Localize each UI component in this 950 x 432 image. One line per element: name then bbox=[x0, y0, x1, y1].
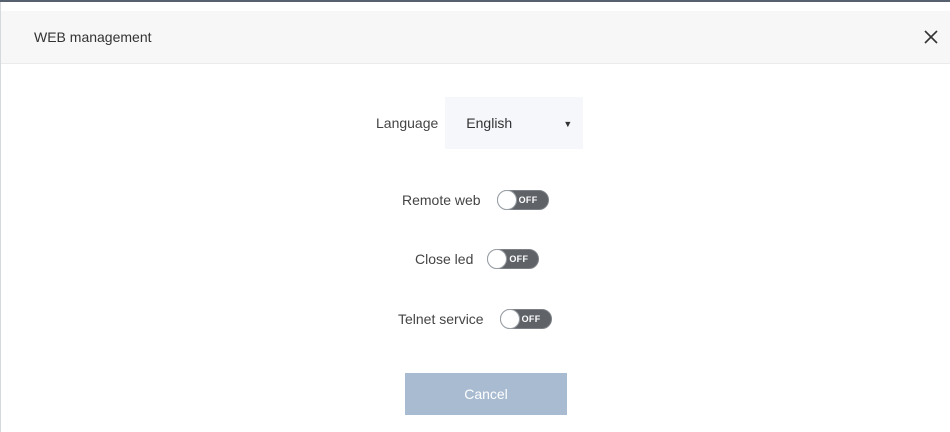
language-select[interactable]: English ▼ bbox=[445, 97, 584, 149]
toggle-state-text: OFF bbox=[518, 195, 538, 205]
language-label: Language bbox=[376, 115, 439, 131]
telnet-service-row: Telnet service OFF bbox=[398, 304, 552, 334]
close-button[interactable] bbox=[920, 26, 942, 48]
language-selected-value: English bbox=[466, 115, 513, 131]
remote-web-toggle[interactable]: OFF bbox=[496, 190, 549, 210]
close-led-toggle[interactable]: OFF bbox=[487, 249, 540, 269]
toggle-knob bbox=[487, 249, 508, 269]
dialog-title: WEB management bbox=[34, 29, 152, 45]
close-led-row: Close led OFF bbox=[415, 244, 540, 274]
dialog-header: WEB management bbox=[1, 11, 950, 64]
telnet-service-label: Telnet service bbox=[398, 311, 484, 327]
toggle-state-text: OFF bbox=[509, 254, 529, 264]
close-icon bbox=[924, 30, 938, 44]
language-row: Language English ▼ bbox=[376, 97, 584, 149]
remote-web-label: Remote web bbox=[402, 192, 481, 208]
dropdown-arrow-icon: ▼ bbox=[563, 119, 573, 129]
web-management-dialog: WEB management Language English ▼ Remote… bbox=[1, 2, 950, 432]
close-led-label: Close led bbox=[415, 251, 474, 267]
telnet-service-toggle[interactable]: OFF bbox=[499, 309, 552, 329]
toggle-state-text: OFF bbox=[521, 314, 541, 324]
cancel-button[interactable]: Cancel bbox=[405, 373, 567, 415]
toggle-knob bbox=[496, 190, 517, 210]
toggle-knob bbox=[499, 309, 520, 329]
remote-web-row: Remote web OFF bbox=[402, 185, 549, 215]
